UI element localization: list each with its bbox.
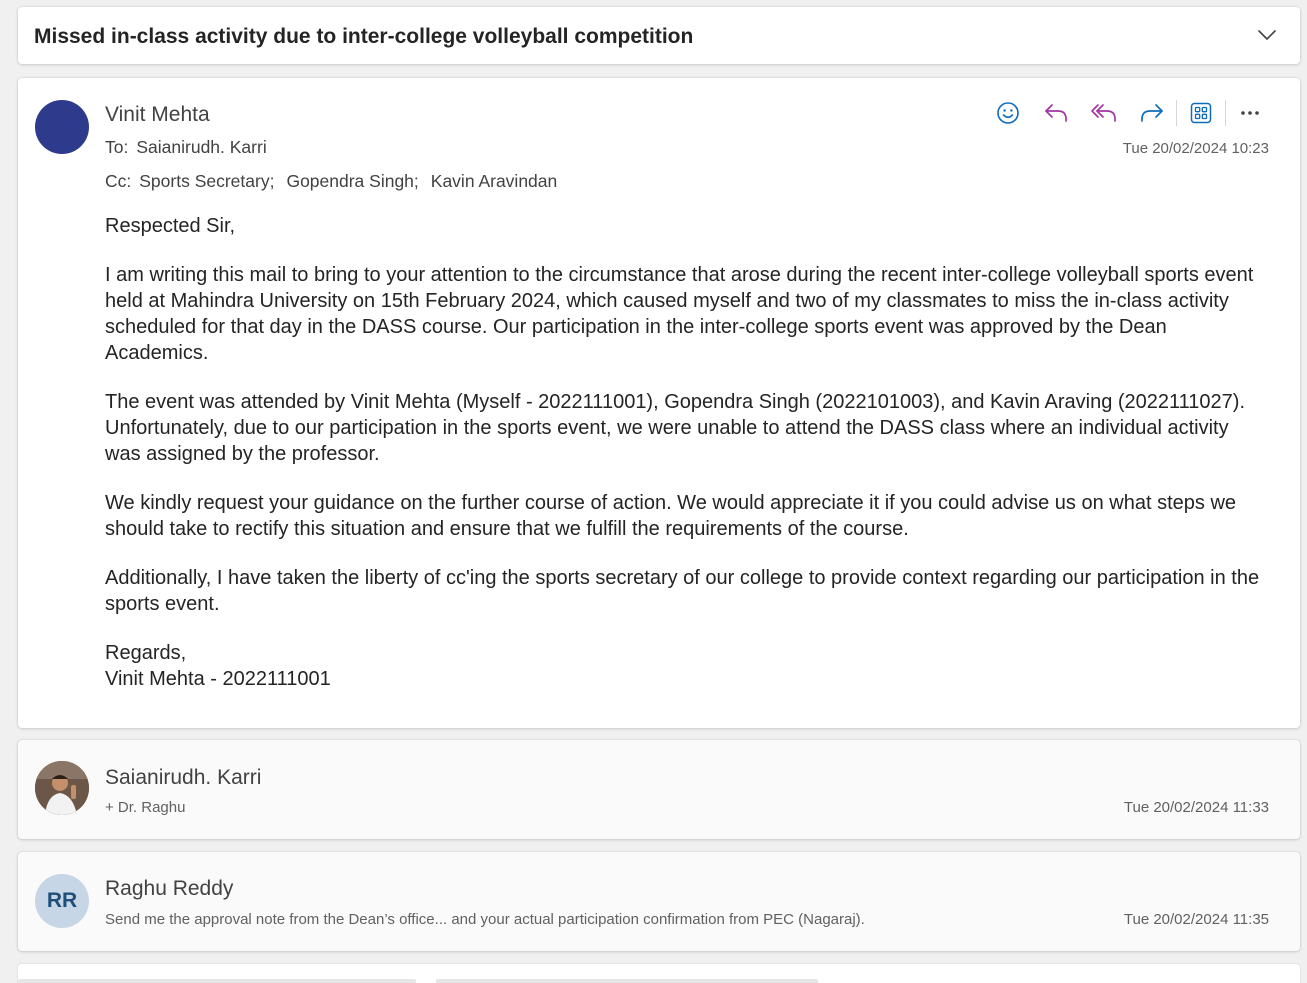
conversation-subject-bar: Missed in-class activity due to inter-co…	[18, 7, 1300, 64]
message-snippet: + Dr. Raghu	[105, 799, 186, 816]
body-paragraph: I am writing this mail to bring to your …	[105, 264, 1254, 364]
react-button[interactable]	[988, 96, 1028, 130]
forward-button[interactable]	[1132, 96, 1172, 130]
body-paragraph: Additionally, I have taken the liberty o…	[105, 567, 1260, 615]
message-snippet: Send me the approval note from the Dean’…	[105, 911, 865, 928]
cc-line: Cc: Sports Secretary; Gopendra Singh; Kavin…	[105, 171, 565, 192]
reply-button[interactable]	[1036, 96, 1076, 130]
apps-button[interactable]	[1181, 96, 1221, 130]
sender-name[interactable]: Saianirudh. Karri	[105, 766, 261, 790]
toolbar-divider	[1176, 100, 1177, 126]
sender-avatar[interactable]	[35, 100, 89, 154]
reply-all-icon	[1091, 104, 1116, 122]
more-icon	[1241, 111, 1259, 115]
sender-name[interactable]: Raghu Reddy	[105, 877, 233, 901]
body-paragraph: Respected Sir,	[105, 215, 236, 237]
reply-icon	[1045, 104, 1067, 122]
message-timestamp: Tue 20/02/2024 10:23	[1122, 140, 1269, 157]
toolbar-divider	[1225, 100, 1226, 126]
footer-tab[interactable]	[18, 979, 416, 983]
sender-name[interactable]: Vinit Mehta	[105, 103, 210, 127]
cc-recipient[interactable]: Kavin Aravindan	[431, 171, 557, 191]
chevron-down-icon	[1258, 29, 1276, 40]
avatar-initials: RR	[46, 889, 78, 912]
to-recipient[interactable]: Saianirudh. Karri	[136, 137, 266, 157]
message-timestamp: Tue 20/02/2024 11:33	[1123, 799, 1269, 816]
signature-block: Regards, Vinit Mehta - 2022111001	[105, 640, 1265, 692]
sender-avatar-initials[interactable]: RR	[35, 874, 89, 928]
body-paragraph: We kindly request your guidance on the f…	[105, 492, 1237, 540]
footer-tab[interactable]	[436, 979, 818, 983]
cc-recipient[interactable]: Sports Secretary;	[139, 171, 274, 191]
to-line: To: Saianirudh. Karri	[105, 137, 275, 158]
sender-avatar-photo[interactable]	[35, 761, 89, 815]
forward-icon	[1141, 104, 1163, 122]
reply-all-button[interactable]	[1084, 96, 1124, 130]
to-label: To:	[105, 137, 129, 157]
collapsed-message[interactable]: RR Raghu Reddy Send me the approval note…	[18, 852, 1300, 951]
person-photo-icon	[35, 761, 89, 815]
more-actions-button[interactable]	[1230, 96, 1270, 130]
cc-recipient[interactable]: Gopendra Singh;	[286, 171, 418, 191]
closing-line: Regards,	[105, 642, 187, 664]
message-body: Respected Sir, I am writing this mail to…	[105, 213, 1265, 692]
apps-icon	[1190, 102, 1212, 124]
collapsed-message[interactable]: Saianirudh. Karri + Dr. Raghu Tue 20/02/…	[18, 740, 1300, 839]
signature-line: Vinit Mehta - 2022111001	[105, 668, 331, 690]
cc-label: Cc:	[105, 171, 132, 191]
body-paragraph: The event was attended by Vinit Mehta (M…	[105, 391, 1246, 465]
conversation-subject: Missed in-class activity due to inter-co…	[34, 25, 694, 48]
expanded-message: Vinit Mehta To: Saianirudh. Karri Cc: Spor…	[18, 78, 1300, 728]
message-action-bar	[988, 96, 1270, 130]
emoji-icon	[997, 102, 1019, 124]
message-timestamp: Tue 20/02/2024 11:35	[1123, 911, 1269, 928]
collapse-conversation-button[interactable]	[1256, 25, 1278, 45]
